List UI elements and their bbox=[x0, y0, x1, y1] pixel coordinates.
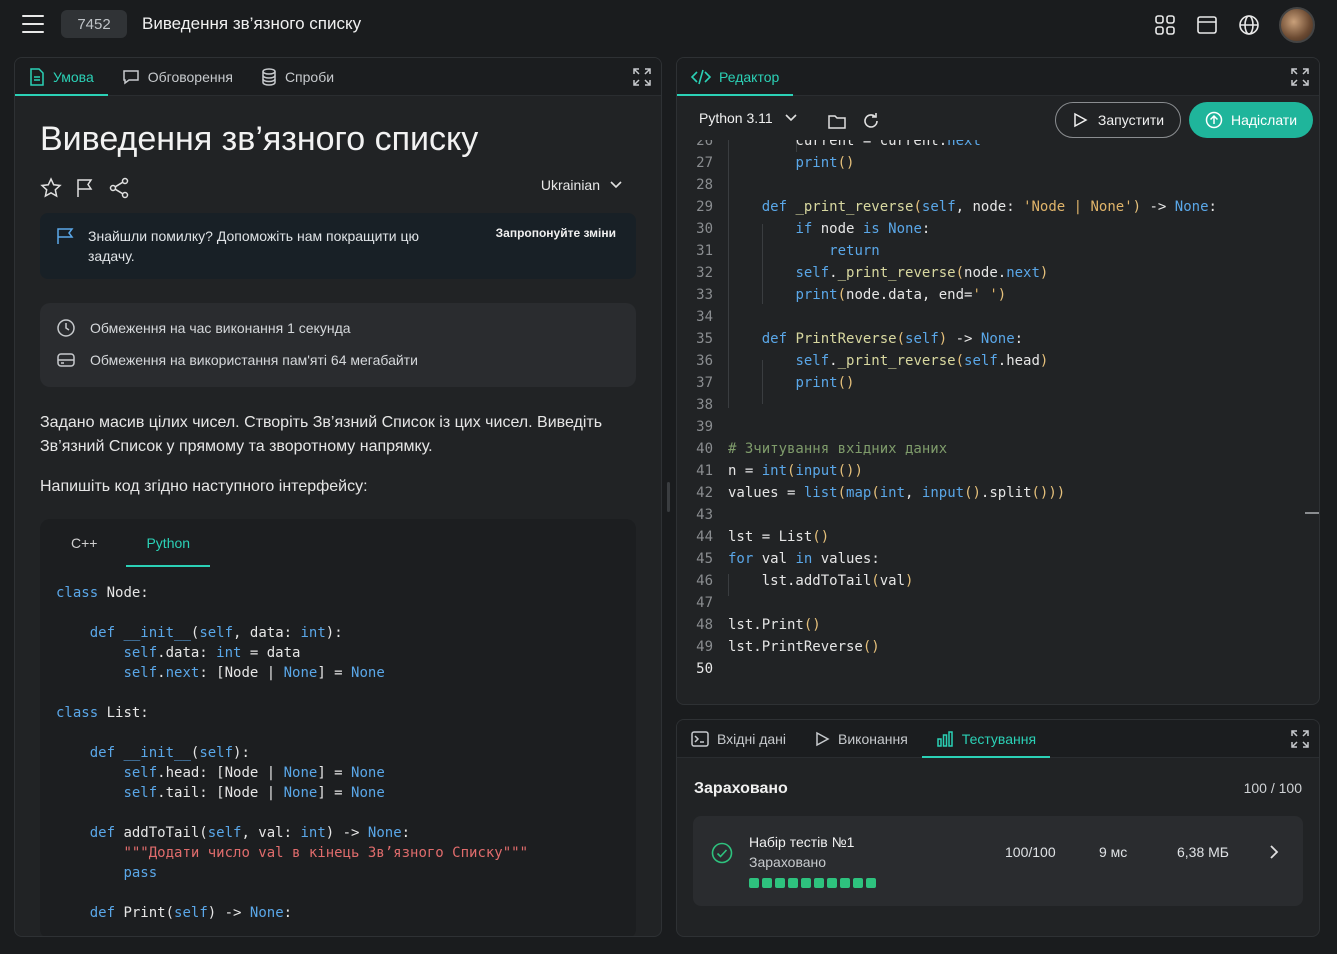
memory-limit: Обмеження на використання пам'яті 64 мег… bbox=[90, 352, 418, 368]
tab-discussion[interactable]: Обговорення bbox=[108, 58, 247, 95]
language-version-value: Python 3.11 bbox=[699, 110, 773, 126]
test-passed-dot bbox=[840, 878, 850, 888]
statement-paragraph: Задано масив цілих чисел. Створіть Зв’яз… bbox=[40, 414, 603, 455]
flag-icon bbox=[57, 228, 74, 244]
suggest-text: Знайшли помилку? Допоможіть нам покращит… bbox=[88, 228, 420, 264]
test-set-row[interactable]: Набір тестів №1 Зараховано 100/100 9 мс … bbox=[693, 816, 1303, 906]
test-set-name: Набір тестів №1 bbox=[749, 834, 855, 850]
avatar[interactable] bbox=[1279, 7, 1315, 43]
language-select[interactable]: Ukrainian bbox=[541, 177, 622, 193]
test-passed-dot bbox=[775, 878, 785, 888]
memory-icon bbox=[57, 353, 75, 367]
problem-id-badge: 7452 bbox=[61, 10, 127, 38]
statement-panel: Умова Обговорення Спроби Виведення зв’яз… bbox=[14, 57, 662, 937]
test-passed-dot bbox=[788, 878, 798, 888]
test-passed-dot bbox=[853, 878, 863, 888]
language-select-value: Ukrainian bbox=[540, 177, 600, 193]
tab-editor[interactable]: Редактор bbox=[677, 58, 794, 96]
test-set-score: 100/100 bbox=[1005, 844, 1056, 860]
share-icon[interactable] bbox=[108, 177, 130, 199]
verdict-title: Зараховано bbox=[694, 780, 788, 797]
check-circle-icon bbox=[711, 842, 733, 864]
tab-statement-label: Умова bbox=[53, 68, 94, 85]
apps-grid-icon[interactable] bbox=[1153, 13, 1177, 37]
document-icon bbox=[30, 67, 44, 86]
run-button-label: Запустити bbox=[1097, 112, 1165, 128]
suggest-changes-link[interactable]: Запропонуйте зміни bbox=[496, 226, 616, 240]
tab-editor-label: Редактор bbox=[719, 68, 780, 85]
expand-icon[interactable] bbox=[1291, 68, 1309, 86]
test-set-status: Зараховано bbox=[749, 854, 827, 870]
editor-tabs: Редактор bbox=[677, 58, 1319, 96]
test-passed-dot bbox=[762, 878, 772, 888]
interface-code: class Node: def __init__(self, data: int… bbox=[56, 585, 529, 921]
menu-icon[interactable] bbox=[22, 15, 44, 33]
terminal-icon bbox=[691, 730, 709, 747]
code-tab-python[interactable]: Python bbox=[126, 519, 210, 567]
clock-icon bbox=[57, 319, 75, 337]
chevron-right-icon[interactable] bbox=[1269, 844, 1279, 860]
total-score: 100 / 100 bbox=[1243, 780, 1302, 796]
play-icon bbox=[816, 731, 830, 746]
globe-icon[interactable] bbox=[1237, 13, 1261, 37]
code-tab-cpp[interactable]: C++ bbox=[56, 519, 112, 567]
tab-execution-label: Виконання bbox=[838, 730, 908, 747]
tab-testing[interactable]: Тестування bbox=[921, 720, 1051, 758]
editor-scrollbar[interactable] bbox=[1305, 512, 1319, 514]
test-set-time: 9 мс bbox=[1099, 844, 1128, 860]
bar-chart-icon bbox=[937, 730, 953, 747]
results-panel: Вхідні дані Виконання Тестування Зарахов… bbox=[676, 719, 1320, 937]
suggest-banner: Знайшли помилку? Допоможіть нам покращит… bbox=[40, 213, 636, 279]
chevron-down-icon bbox=[785, 114, 797, 122]
test-results-dots bbox=[749, 878, 876, 888]
limits-box: Обмеження на час виконання 1 секунда Обм… bbox=[40, 303, 636, 387]
test-passed-dot bbox=[827, 878, 837, 888]
upload-icon bbox=[1205, 111, 1223, 129]
tab-statement[interactable]: Умова bbox=[15, 58, 108, 96]
vertical-splitter[interactable] bbox=[667, 482, 670, 512]
run-button[interactable]: Запустити bbox=[1055, 102, 1181, 138]
results-tabs: Вхідні дані Виконання Тестування bbox=[677, 720, 1319, 758]
test-passed-dot bbox=[749, 878, 759, 888]
expand-icon[interactable] bbox=[633, 68, 651, 86]
code-editor[interactable]: 26 current = current.next 27 print() 28 … bbox=[677, 140, 1319, 704]
code-icon bbox=[691, 69, 711, 84]
tab-discussion-label: Обговорення bbox=[147, 68, 233, 85]
top-bar: 7452 Виведення зв’язного списку bbox=[0, 0, 1337, 50]
test-set-memory: 6,38 МБ bbox=[1177, 844, 1229, 860]
flag-icon[interactable] bbox=[74, 177, 96, 199]
submit-button[interactable]: Надіслати bbox=[1189, 102, 1313, 138]
window-icon[interactable] bbox=[1195, 13, 1219, 37]
tab-attempts-label: Спроби bbox=[284, 68, 335, 85]
submit-button-label: Надіслати bbox=[1230, 112, 1298, 128]
editor-panel: Редактор Python 3.11 Запустити Надіслати… bbox=[676, 57, 1320, 705]
test-passed-dot bbox=[866, 878, 876, 888]
play-icon bbox=[1074, 112, 1088, 128]
problem-title: Виведення зв’язного списку bbox=[142, 14, 362, 33]
language-version-select[interactable]: Python 3.11 bbox=[699, 110, 797, 126]
chevron-down-icon bbox=[610, 181, 622, 189]
tab-input-label: Вхідні дані bbox=[717, 730, 786, 747]
tab-attempts[interactable]: Спроби bbox=[247, 58, 348, 95]
expand-icon[interactable] bbox=[1291, 730, 1309, 748]
database-icon bbox=[262, 67, 276, 86]
chat-icon bbox=[123, 69, 139, 84]
tab-input[interactable]: Вхідні дані bbox=[677, 720, 800, 757]
folder-icon[interactable] bbox=[827, 111, 847, 131]
test-passed-dot bbox=[814, 878, 824, 888]
tab-execution[interactable]: Виконання bbox=[800, 720, 922, 757]
test-passed-dot bbox=[801, 878, 811, 888]
statement-paragraph-interface: Напишіть код згідно наступного інтерфейс… bbox=[40, 478, 368, 495]
star-icon[interactable] bbox=[40, 177, 62, 199]
statement-title: Виведення зв’язного списку bbox=[40, 120, 479, 158]
time-limit: Обмеження на час виконання 1 секунда bbox=[90, 320, 351, 336]
refresh-icon[interactable] bbox=[861, 111, 881, 131]
tab-testing-label: Тестування bbox=[961, 730, 1037, 747]
interface-code-card: C++ Python class Node: def __init__(self… bbox=[40, 519, 636, 936]
statement-tabs: Умова Обговорення Спроби bbox=[15, 58, 661, 96]
